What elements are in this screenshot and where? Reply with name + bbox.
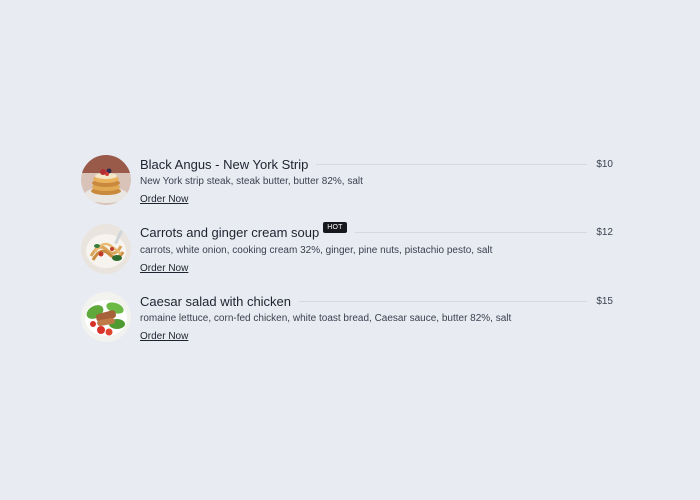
pancake-stack-photo [81, 155, 131, 205]
item-name: Carrots and ginger cream soup [140, 225, 320, 240]
salad-dish-photo [81, 292, 131, 342]
item-name: Caesar salad with chicken [140, 293, 292, 309]
leader-divider [316, 163, 588, 165]
item-price: $12 [596, 227, 613, 238]
item-name: Black Angus - New York Strip [140, 156, 309, 172]
menu-item: Black Angus - New York Strip $10 New Yor… [81, 155, 613, 224]
leader-divider [354, 232, 588, 233]
order-now-link[interactable]: Order Now [140, 194, 188, 205]
item-price: $15 [596, 295, 613, 307]
leader-divider [299, 300, 588, 302]
item-ingredients: romaine lettuce, corn-fed chicken, white… [140, 313, 512, 324]
order-now-link[interactable]: Order Now [140, 331, 188, 342]
hot-badge: HOT [323, 222, 347, 233]
order-now-link[interactable]: Order Now [140, 263, 188, 274]
menu-item: Carrots and ginger cream soup HOT $12 ca… [81, 222, 613, 293]
item-ingredients: New York strip steak, steak butter, butt… [140, 176, 363, 187]
menu-list: Black Angus - New York Strip $10 New Yor… [81, 155, 613, 361]
item-ingredients: carrots, white onion, cooking cream 32%,… [140, 244, 493, 256]
pasta-dish-photo [81, 223, 131, 274]
menu-item: Caesar salad with chicken $15 romaine le… [81, 292, 613, 361]
item-price: $10 [596, 158, 613, 170]
